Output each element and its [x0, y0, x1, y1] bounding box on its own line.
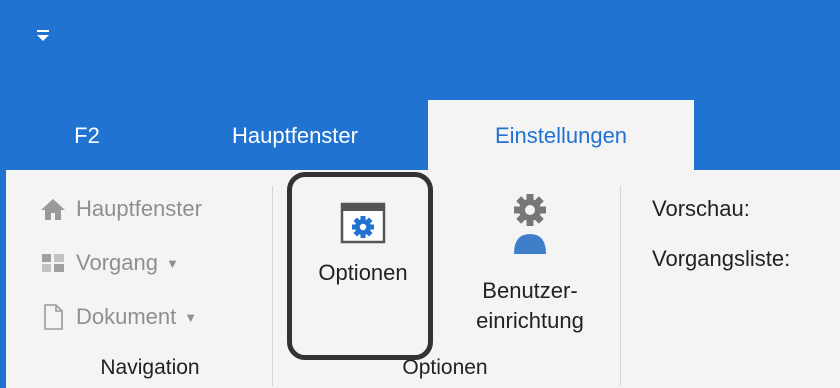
callout-highlight-box [287, 172, 433, 360]
benutzereinrichtung-button[interactable]: Benutzer- einrichtung [450, 190, 610, 336]
benutzer-label-line1: Benutzer- [482, 278, 578, 303]
group-separator [620, 186, 621, 386]
group-separator [272, 186, 273, 386]
vorschau-label: Vorschau: [652, 196, 750, 221]
nav-vorgang-label: Vorgang [76, 250, 158, 275]
nav-dokument-label: Dokument [76, 304, 177, 329]
nav-hauptfenster-button[interactable]: Hauptfenster [40, 192, 202, 226]
document-icon [40, 304, 66, 330]
user-settings-icon [514, 194, 546, 254]
process-icon [40, 250, 66, 276]
chevron-down-icon: ▼ [165, 255, 179, 271]
group-label-navigation: Navigation [100, 356, 200, 379]
window-edge [0, 170, 6, 388]
vorgangsliste-label: Vorgangsliste: [652, 246, 791, 271]
title-bar [0, 0, 840, 100]
nav-dokument-button[interactable]: Dokument ▼ [40, 300, 197, 334]
tab-einstellungen[interactable]: Einstellungen [428, 100, 694, 172]
dropdown-arrow-icon[interactable] [36, 30, 50, 42]
nav-vorgang-button[interactable]: Vorgang ▼ [40, 246, 179, 280]
nav-hauptfenster-label: Hauptfenster [76, 196, 202, 221]
chevron-down-icon: ▼ [184, 309, 198, 325]
home-icon [40, 196, 66, 222]
benutzer-label-line2: einrichtung [476, 308, 584, 333]
ribbon-tab-row: F2 Hauptfenster Einstellungen [0, 100, 840, 172]
tab-f2[interactable]: F2 [62, 100, 112, 170]
tab-hauptfenster[interactable]: Hauptfenster [200, 100, 390, 170]
